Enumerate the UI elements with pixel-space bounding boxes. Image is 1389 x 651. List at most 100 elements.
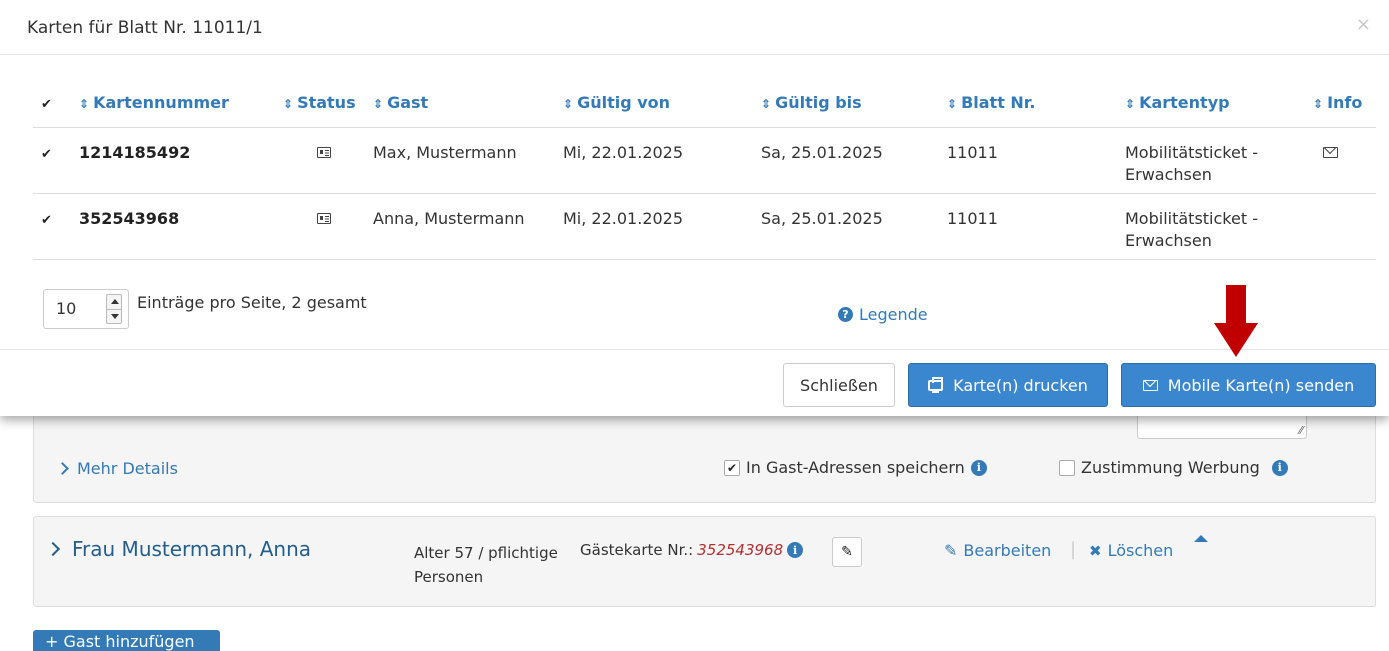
close-button[interactable]: Schließen [783, 363, 895, 407]
send-button-label: Mobile Karte(n) senden [1167, 375, 1355, 395]
printer-icon [928, 376, 944, 393]
save-in-addresses-option[interactable]: ✔ In Gast-Adressen speichern i [724, 458, 987, 477]
guest-card-number: 352543968 [697, 541, 784, 559]
resize-grip-icon[interactable]: ⁄⁄ [1299, 425, 1303, 436]
guest-age: Alter 57 / pflichtige Personen [414, 544, 558, 586]
delete-label: Löschen [1107, 541, 1174, 560]
send-mobile-cards-button[interactable]: Mobile Karte(n) senden [1121, 363, 1376, 407]
info-icon[interactable]: i [787, 542, 804, 558]
card-number-cell: 1214185492 [79, 126, 283, 193]
modal-footer: Schließen Karte(n) drucken Mobile Karte(… [0, 349, 1389, 416]
col-header[interactable]: ⇕ Info [1313, 85, 1376, 127]
pencil-icon: ✎ [841, 544, 853, 560]
pager-summary: Einträge pro Seite, 2 gesamt [137, 292, 367, 312]
legend-label: Legende [859, 305, 928, 324]
edit-card-button[interactable]: ✎ [832, 537, 862, 567]
card-type-line: Mobilitätsticket - [1125, 142, 1258, 162]
valid-to-cell: Sa, 25.01.2025 [761, 126, 947, 193]
sort-icon: ⇕ [79, 97, 90, 111]
select-all-header[interactable]: ✔ [33, 85, 79, 127]
modal-title: Karten für Blatt Nr. 11011/1 [27, 18, 263, 38]
col-header[interactable]: ⇕ Kartentyp [1125, 85, 1313, 127]
card-number-cell: 352543968 [79, 192, 283, 260]
chevron-right-icon [56, 462, 69, 475]
print-cards-button[interactable]: Karte(n) drucken [908, 363, 1108, 407]
info-cell [1313, 126, 1376, 193]
card-type-cell: Mobilitätsticket - Erwachsen [1125, 126, 1313, 193]
id-card-icon[interactable] [317, 146, 331, 158]
envelope-icon[interactable] [1323, 146, 1338, 158]
question-circle-icon: ? [838, 307, 853, 322]
consent-ads-option[interactable]: Zustimmung Werbung i [1059, 458, 1288, 477]
arrow-head [1214, 323, 1258, 357]
envelope-icon [1142, 379, 1158, 391]
close-button-label: Schließen [800, 375, 878, 395]
card-number: 1214185492 [79, 142, 191, 162]
sort-icon: ⇕ [283, 97, 294, 111]
status-cell [283, 126, 373, 193]
guest-name-toggle[interactable]: Frau Mustermann, Anna [45, 537, 311, 561]
close-icon[interactable]: × [1356, 14, 1371, 35]
save-in-addresses-checkbox[interactable]: ✔ [724, 459, 740, 476]
sort-icon: ⇕ [563, 97, 574, 111]
consent-ads-label: Zustimmung Werbung [1081, 458, 1260, 477]
guest-panel: Frau Mustermann, Anna Alter 57 / pflicht… [33, 516, 1376, 607]
row-select-cell: ✔ [33, 126, 79, 193]
id-card-icon[interactable] [317, 212, 331, 224]
valid-to-cell: Sa, 25.01.2025 [761, 192, 947, 260]
card-type-line: Erwachsen [1125, 230, 1212, 250]
page-size-value: 10 [56, 299, 77, 318]
red-arrow-annotation [1214, 285, 1258, 357]
edit-label: Bearbeiten [963, 541, 1052, 560]
arrow-shaft [1226, 285, 1246, 325]
row-checkbox[interactable]: ✔ [41, 213, 55, 228]
card-number: 352543968 [79, 208, 180, 228]
col-header[interactable]: ⇕ Gast [373, 85, 563, 127]
sort-icon: ⇕ [1313, 97, 1324, 111]
caret-up-icon[interactable] [1194, 535, 1208, 542]
spinner-divider [106, 309, 122, 310]
sort-icon: ⇕ [373, 97, 384, 111]
chevron-right-icon [45, 541, 61, 557]
consent-ads-checkbox[interactable] [1059, 459, 1075, 476]
info-icon[interactable]: i [970, 459, 987, 476]
cards-table: ✔ ⇕ Kartennummer ⇕ Status ⇕ Gast ⇕ Gültig vo… [33, 85, 1376, 260]
more-details-link[interactable]: Mehr Details [56, 459, 178, 478]
guest-card-info: Gästekarte Nr.: 352543968 i [580, 541, 804, 559]
table-row: ✔ 352543968 Anna, Mustermann Mi, 22.01.2… [33, 192, 1376, 260]
guest-details-panel: ⁄⁄ Mehr Details ✔ In Gast-Adressen speic… [33, 405, 1376, 503]
row-select-cell: ✔ [33, 192, 79, 260]
sheet-no-cell: 11011 [947, 126, 1125, 193]
cards-modal: Karten für Blatt Nr. 11011/1 × ✔ ⇕ Karten… [0, 0, 1389, 416]
pencil-icon: ✎ [944, 541, 958, 560]
add-guest-button[interactable]: + Gast hinzufügen [33, 630, 220, 651]
col-header[interactable]: ⇕ Gültig bis [761, 85, 947, 127]
card-type-line: Mobilitätsticket - [1125, 208, 1258, 228]
sort-icon: ⇕ [947, 97, 958, 111]
col-header[interactable]: ⇕ Kartennummer [79, 85, 283, 127]
legend-link[interactable]: ? Legende [838, 305, 928, 324]
guest-cell: Max, Mustermann [373, 126, 563, 193]
card-type-line: Erwachsen [1125, 164, 1212, 184]
info-icon[interactable]: i [1271, 459, 1288, 476]
more-details-label: Mehr Details [77, 459, 178, 478]
page-size-stepper[interactable]: 10 [43, 289, 129, 329]
delete-guest-link[interactable]: ✖ Löschen [1089, 541, 1173, 560]
info-cell [1313, 192, 1376, 260]
sort-icon: ⇕ [1125, 97, 1136, 111]
edit-guest-link[interactable]: ✎ Bearbeiten [944, 541, 1051, 560]
sort-icon: ⇕ [761, 97, 772, 111]
guest-cell: Anna, Mustermann [373, 192, 563, 260]
col-header[interactable]: ⇕ Blatt Nr. [947, 85, 1125, 127]
col-header[interactable]: ⇕ Gültig von [563, 85, 761, 127]
col-header[interactable]: ⇕ Status [283, 85, 373, 127]
card-type-cell: Mobilitätsticket - Erwachsen [1125, 192, 1313, 260]
valid-from-cell: Mi, 22.01.2025 [563, 126, 761, 193]
pager: 10 Einträge pro Seite, 2 gesamt [43, 289, 367, 329]
table-row: ✔ 1214185492 Max, Mustermann Mi, 22.01.2… [33, 126, 1376, 193]
modal-header: Karten für Blatt Nr. 11011/1 × [0, 0, 1389, 55]
separator: | [1070, 539, 1077, 560]
row-checkbox[interactable]: ✔ [41, 147, 55, 162]
select-all-checkbox[interactable]: ✔ [41, 98, 55, 112]
sheet-no-cell: 11011 [947, 192, 1125, 260]
